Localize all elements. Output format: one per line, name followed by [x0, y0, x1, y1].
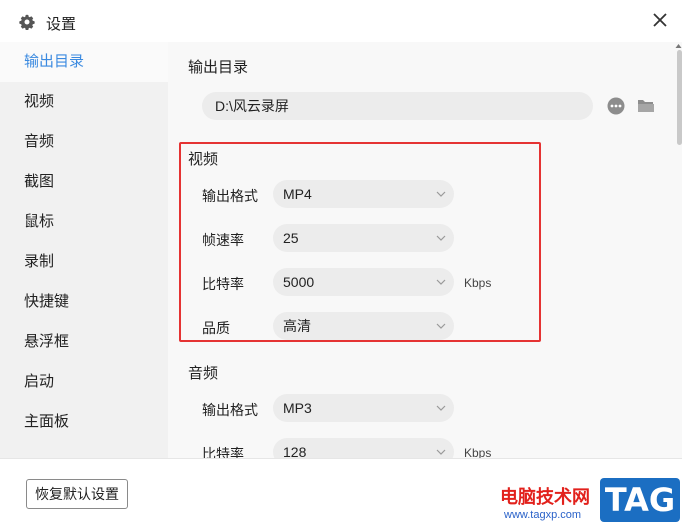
sidebar-item-label: 鼠标 — [24, 213, 55, 230]
audio-format-value: MP3 — [283, 400, 312, 416]
sidebar-item-label: 截图 — [24, 173, 55, 190]
sidebar-item-hotkeys[interactable]: 快捷键 — [0, 282, 168, 322]
audio-format-select[interactable]: MP3 — [273, 394, 454, 422]
window-title: 设置 — [46, 16, 77, 33]
output-path-field[interactable]: D:\风云录屏 — [202, 92, 593, 120]
audio-bitrate-value: 128 — [283, 444, 307, 458]
audio-bitrate-label: 比特率 — [202, 446, 244, 458]
sidebar-item-label: 视频 — [24, 93, 55, 110]
scrollbar-thumb[interactable] — [677, 50, 682, 145]
watermark-site-name: 电脑技术网 — [500, 487, 590, 508]
sidebar-item-screenshot[interactable]: 截图 — [0, 162, 168, 202]
sidebar-item-record[interactable]: 录制 — [0, 242, 168, 282]
audio-format-label: 输出格式 — [202, 402, 258, 418]
scroll-up-arrow-icon[interactable] — [675, 42, 682, 50]
audio-bitrate-select[interactable]: 128 — [273, 438, 454, 458]
watermark-tag-logo: TAG — [600, 478, 680, 522]
chevron-down-icon — [436, 405, 446, 411]
watermark: 电脑技术网 www.tagxp.com TAG — [496, 476, 682, 526]
title-bar: 设置 — [0, 0, 682, 42]
sidebar-item-audio[interactable]: 音频 — [0, 122, 168, 162]
sidebar-item-output-dir[interactable]: 输出目录 — [0, 42, 168, 82]
sidebar: 输出目录 视频 音频 截图 鼠标 录制 快捷键 悬浮框 启动 主面板 — [0, 42, 168, 458]
sidebar-item-main-panel[interactable]: 主面板 — [0, 402, 168, 442]
sidebar-item-mouse[interactable]: 鼠标 — [0, 202, 168, 242]
folder-icon[interactable] — [637, 98, 655, 113]
audio-heading: 音频 — [188, 365, 219, 382]
more-options-icon[interactable] — [607, 97, 625, 115]
sidebar-item-floating-box[interactable]: 悬浮框 — [0, 322, 168, 362]
sidebar-item-video[interactable]: 视频 — [0, 82, 168, 122]
audio-bitrate-unit: Kbps — [464, 446, 492, 458]
sidebar-item-label: 输出目录 — [24, 53, 85, 70]
watermark-url: www.tagxp.com — [504, 509, 582, 521]
video-section-highlight — [179, 142, 541, 342]
sidebar-item-label: 主面板 — [24, 413, 70, 430]
gear-icon — [19, 14, 35, 30]
sidebar-item-label: 音频 — [24, 133, 55, 150]
output-dir-heading: 输出目录 — [188, 59, 249, 76]
sidebar-item-startup[interactable]: 启动 — [0, 362, 168, 402]
sidebar-item-label: 悬浮框 — [24, 333, 70, 350]
sidebar-item-label: 快捷键 — [24, 293, 70, 310]
sidebar-item-label: 启动 — [24, 373, 55, 390]
reset-defaults-button[interactable]: 恢复默认设置 — [26, 479, 128, 509]
chevron-down-icon — [436, 449, 446, 455]
sidebar-item-label: 录制 — [24, 253, 55, 270]
close-icon[interactable] — [652, 12, 668, 28]
